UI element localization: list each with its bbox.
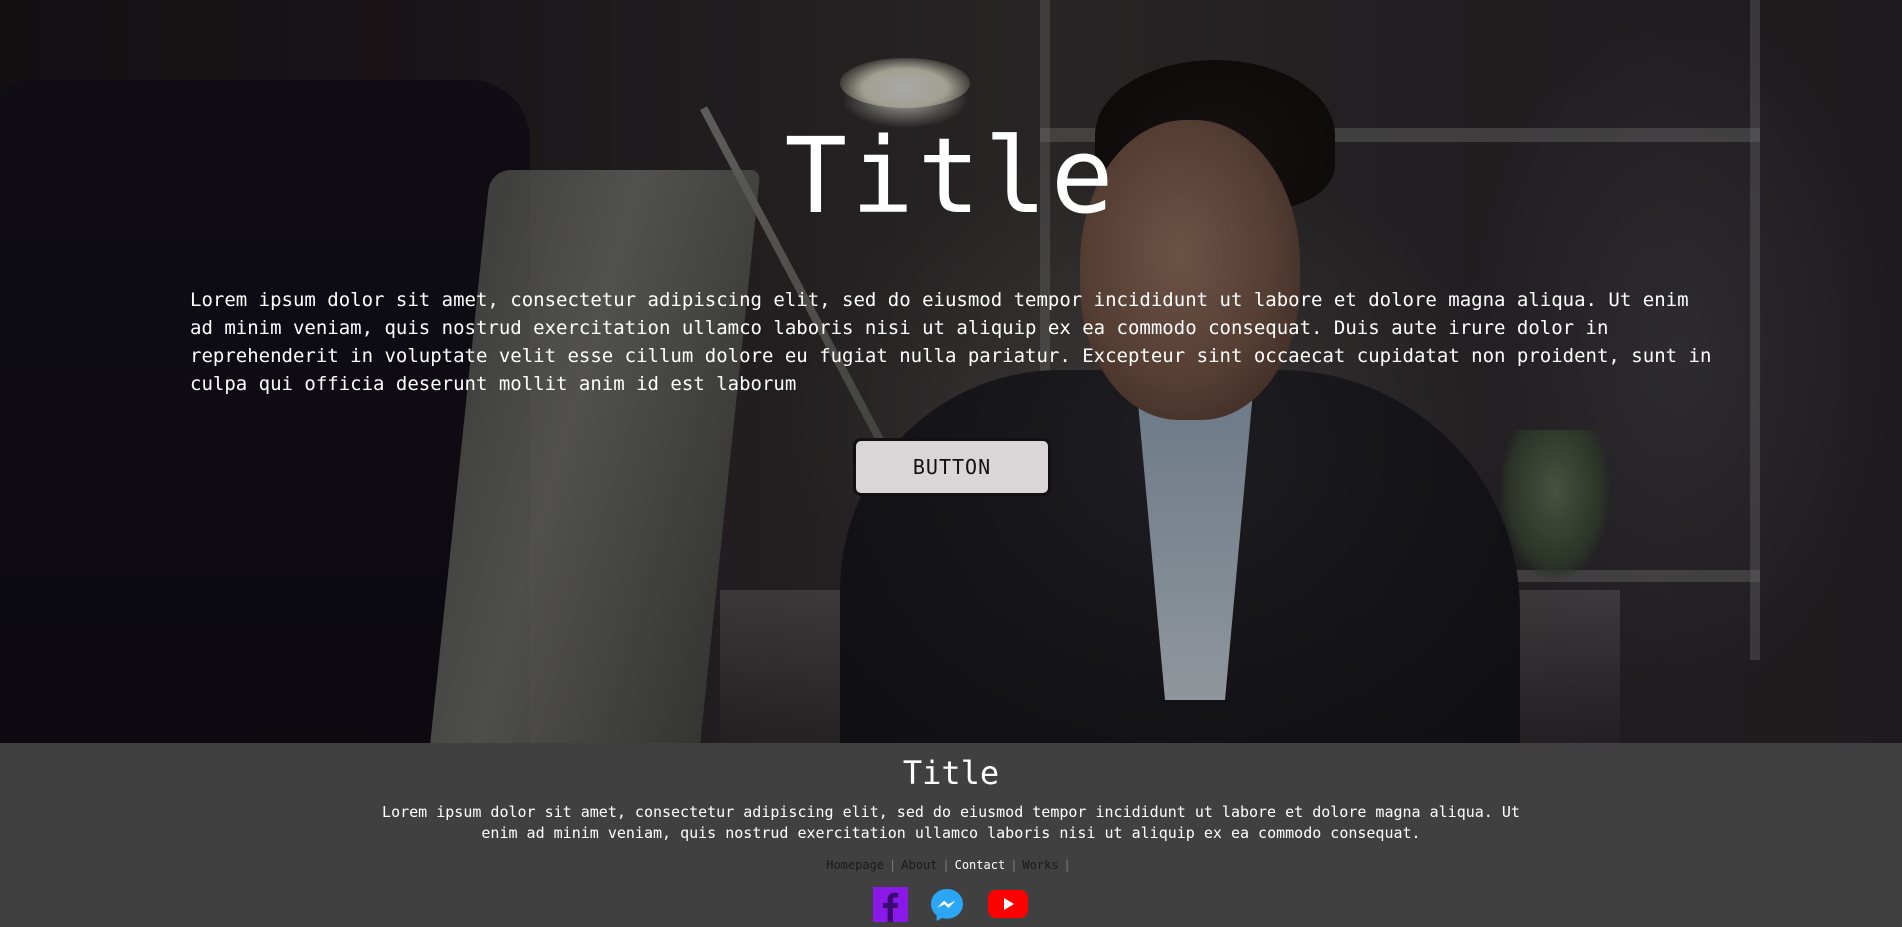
nav-separator: | (1010, 858, 1018, 872)
facebook-icon[interactable] (873, 887, 908, 922)
nav-separator: | (942, 858, 950, 872)
footer-link-about[interactable]: About (901, 858, 937, 872)
footer-link-homepage[interactable]: Homepage (826, 858, 884, 872)
facebook-icon-glyph (873, 887, 908, 922)
youtube-icon-glyph (988, 890, 1028, 918)
footer-link-contact[interactable]: Contact (955, 858, 1006, 872)
footer-nav: Homepage | About | Contact | Works | (0, 856, 1902, 874)
hero-button[interactable]: BUTTON (853, 438, 1051, 496)
hero-text: Lorem ipsum dolor sit amet, consectetur … (190, 289, 1712, 395)
nav-separator: | (889, 858, 897, 872)
footer-link-works[interactable]: Works (1022, 858, 1058, 872)
youtube-icon[interactable] (987, 887, 1029, 921)
hero-title: Title (784, 115, 1118, 237)
footer: Title Lorem ipsum dolor sit amet, consec… (0, 743, 1902, 926)
messenger-icon-glyph (931, 889, 963, 921)
footer-title: Title (902, 754, 1000, 792)
hero-section: Title Lorem ipsum dolor sit amet, consec… (0, 0, 1902, 743)
footer-text: Lorem ipsum dolor sit amet, consectetur … (382, 803, 1520, 842)
messenger-icon[interactable] (929, 887, 965, 923)
nav-separator: | (1063, 858, 1071, 872)
